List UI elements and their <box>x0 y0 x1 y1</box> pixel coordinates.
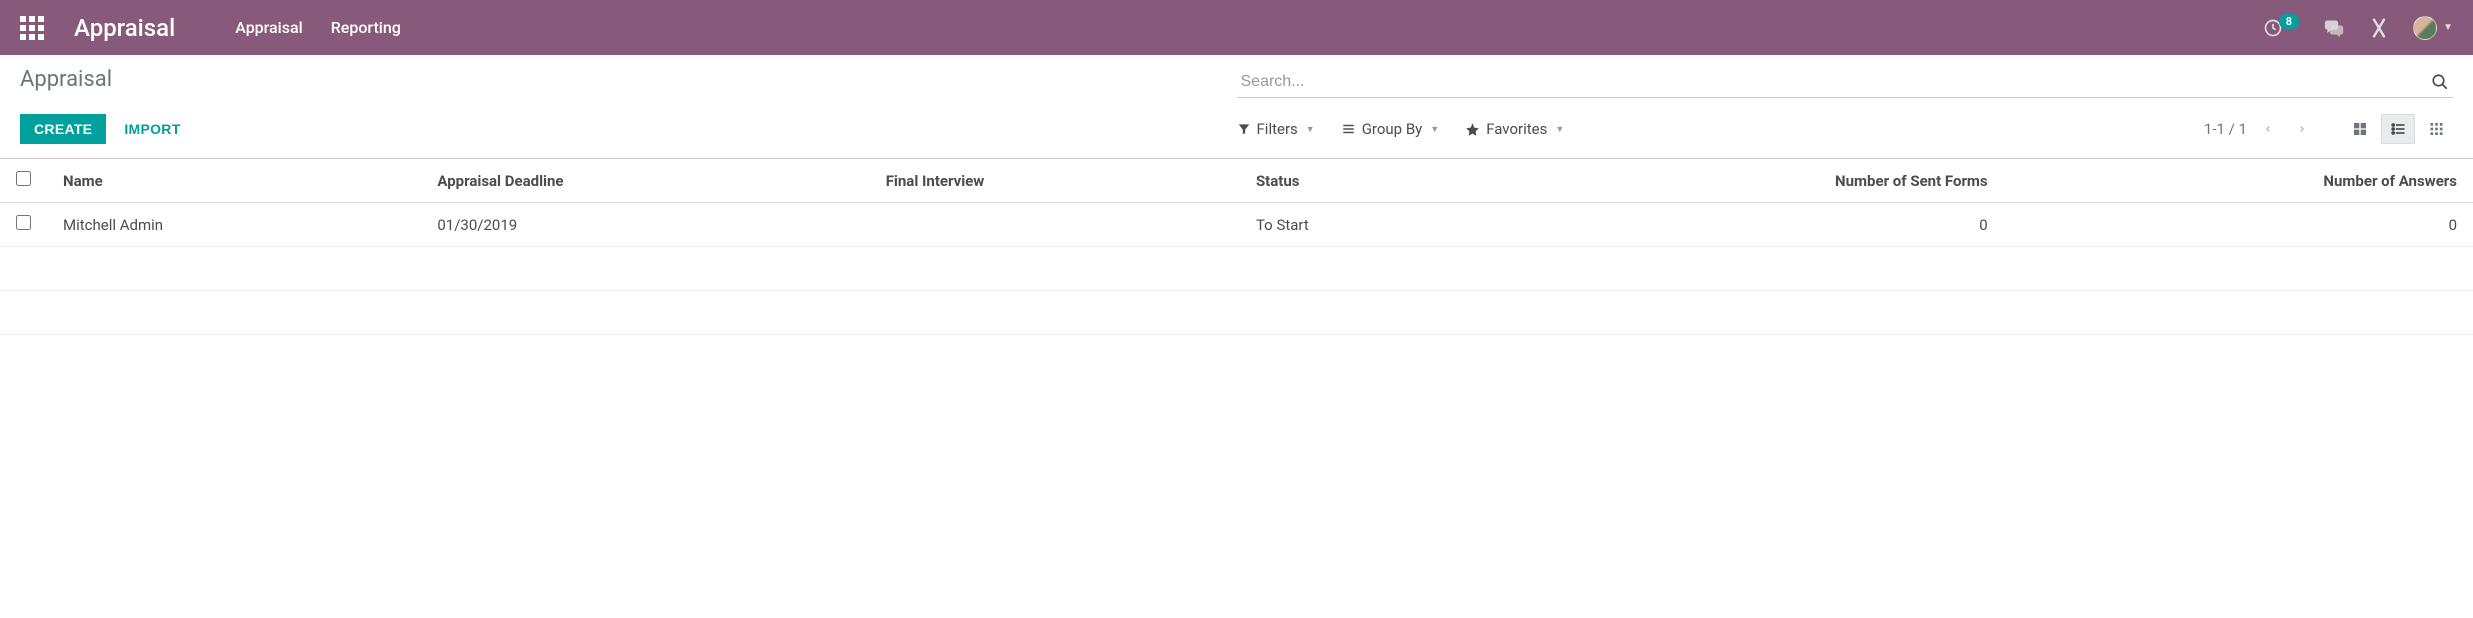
apps-menu-icon[interactable] <box>20 16 44 40</box>
nav-reporting[interactable]: Reporting <box>331 18 401 37</box>
view-controls: Filters ▼ Group By ▼ Favorites ▼ 1-1 / 1 <box>1237 114 2454 144</box>
view-activity-icon[interactable] <box>2419 114 2453 144</box>
search-icon[interactable] <box>2431 73 2449 91</box>
groupby-label: Group By <box>1362 120 1423 138</box>
chevron-down-icon: ▼ <box>1555 124 1564 135</box>
filters-button[interactable]: Filters ▼ <box>1237 120 1315 138</box>
pager: 1-1 / 1 <box>2204 114 2453 144</box>
activity-badge: 8 <box>2279 14 2299 29</box>
favorites-button[interactable]: Favorites ▼ <box>1465 120 1564 138</box>
activity-icon[interactable]: 8 <box>2263 18 2299 38</box>
control-panel: Appraisal CREATE IMPORT Filters ▼ Group … <box>0 55 2473 159</box>
col-final-interview[interactable]: Final Interview <box>870 159 1240 203</box>
pager-next[interactable] <box>2289 118 2315 140</box>
cell-final-interview <box>870 203 1240 247</box>
appraisal-table: Name Appraisal Deadline Final Interview … <box>0 159 2473 335</box>
table-header-row: Name Appraisal Deadline Final Interview … <box>0 159 2473 203</box>
cell-sent-forms: 0 <box>1480 203 2003 247</box>
avatar <box>2413 16 2437 40</box>
col-status[interactable]: Status <box>1240 159 1480 203</box>
cell-answers: 0 <box>2004 203 2473 247</box>
tools-icon[interactable] <box>2369 18 2389 38</box>
filters-label: Filters <box>1257 120 1298 138</box>
cell-deadline: 01/30/2019 <box>421 203 869 247</box>
messaging-icon[interactable] <box>2323 18 2345 38</box>
col-name[interactable]: Name <box>47 159 421 203</box>
cell-status: To Start <box>1240 203 1480 247</box>
view-list-icon[interactable] <box>2381 114 2415 144</box>
chevron-down-icon: ▼ <box>1430 124 1439 135</box>
topbar: Appraisal Appraisal Reporting 8 ▼ <box>0 0 2473 55</box>
import-button[interactable]: IMPORT <box>124 121 180 137</box>
actions-row: CREATE IMPORT <box>20 114 1237 144</box>
col-answers[interactable]: Number of Answers <box>2004 159 2473 203</box>
pager-text: 1-1 / 1 <box>2204 120 2247 138</box>
breadcrumb: Appraisal <box>20 67 1237 98</box>
cell-name: Mitchell Admin <box>47 203 421 247</box>
chevron-down-icon: ▼ <box>2443 22 2453 33</box>
search-input[interactable] <box>1237 67 2454 98</box>
chevron-down-icon: ▼ <box>1306 124 1315 135</box>
pager-prev[interactable] <box>2255 118 2281 140</box>
col-sent-forms[interactable]: Number of Sent Forms <box>1480 159 2003 203</box>
table-row[interactable]: Mitchell Admin 01/30/2019 To Start 0 0 <box>0 203 2473 247</box>
select-all-checkbox[interactable] <box>16 171 31 186</box>
app-brand: Appraisal <box>74 14 175 42</box>
view-kanban-icon[interactable] <box>2343 114 2377 144</box>
user-menu[interactable]: ▼ <box>2413 16 2453 40</box>
empty-row <box>0 291 2473 335</box>
search-wrap <box>1237 67 2454 98</box>
create-button[interactable]: CREATE <box>20 114 106 144</box>
favorites-label: Favorites <box>1486 120 1547 138</box>
systray: 8 ▼ <box>2263 16 2453 40</box>
view-switcher <box>2343 114 2453 144</box>
row-checkbox[interactable] <box>16 215 31 230</box>
empty-row <box>0 247 2473 291</box>
groupby-button[interactable]: Group By ▼ <box>1341 120 1440 138</box>
nav-appraisal[interactable]: Appraisal <box>235 18 302 37</box>
col-deadline[interactable]: Appraisal Deadline <box>421 159 869 203</box>
